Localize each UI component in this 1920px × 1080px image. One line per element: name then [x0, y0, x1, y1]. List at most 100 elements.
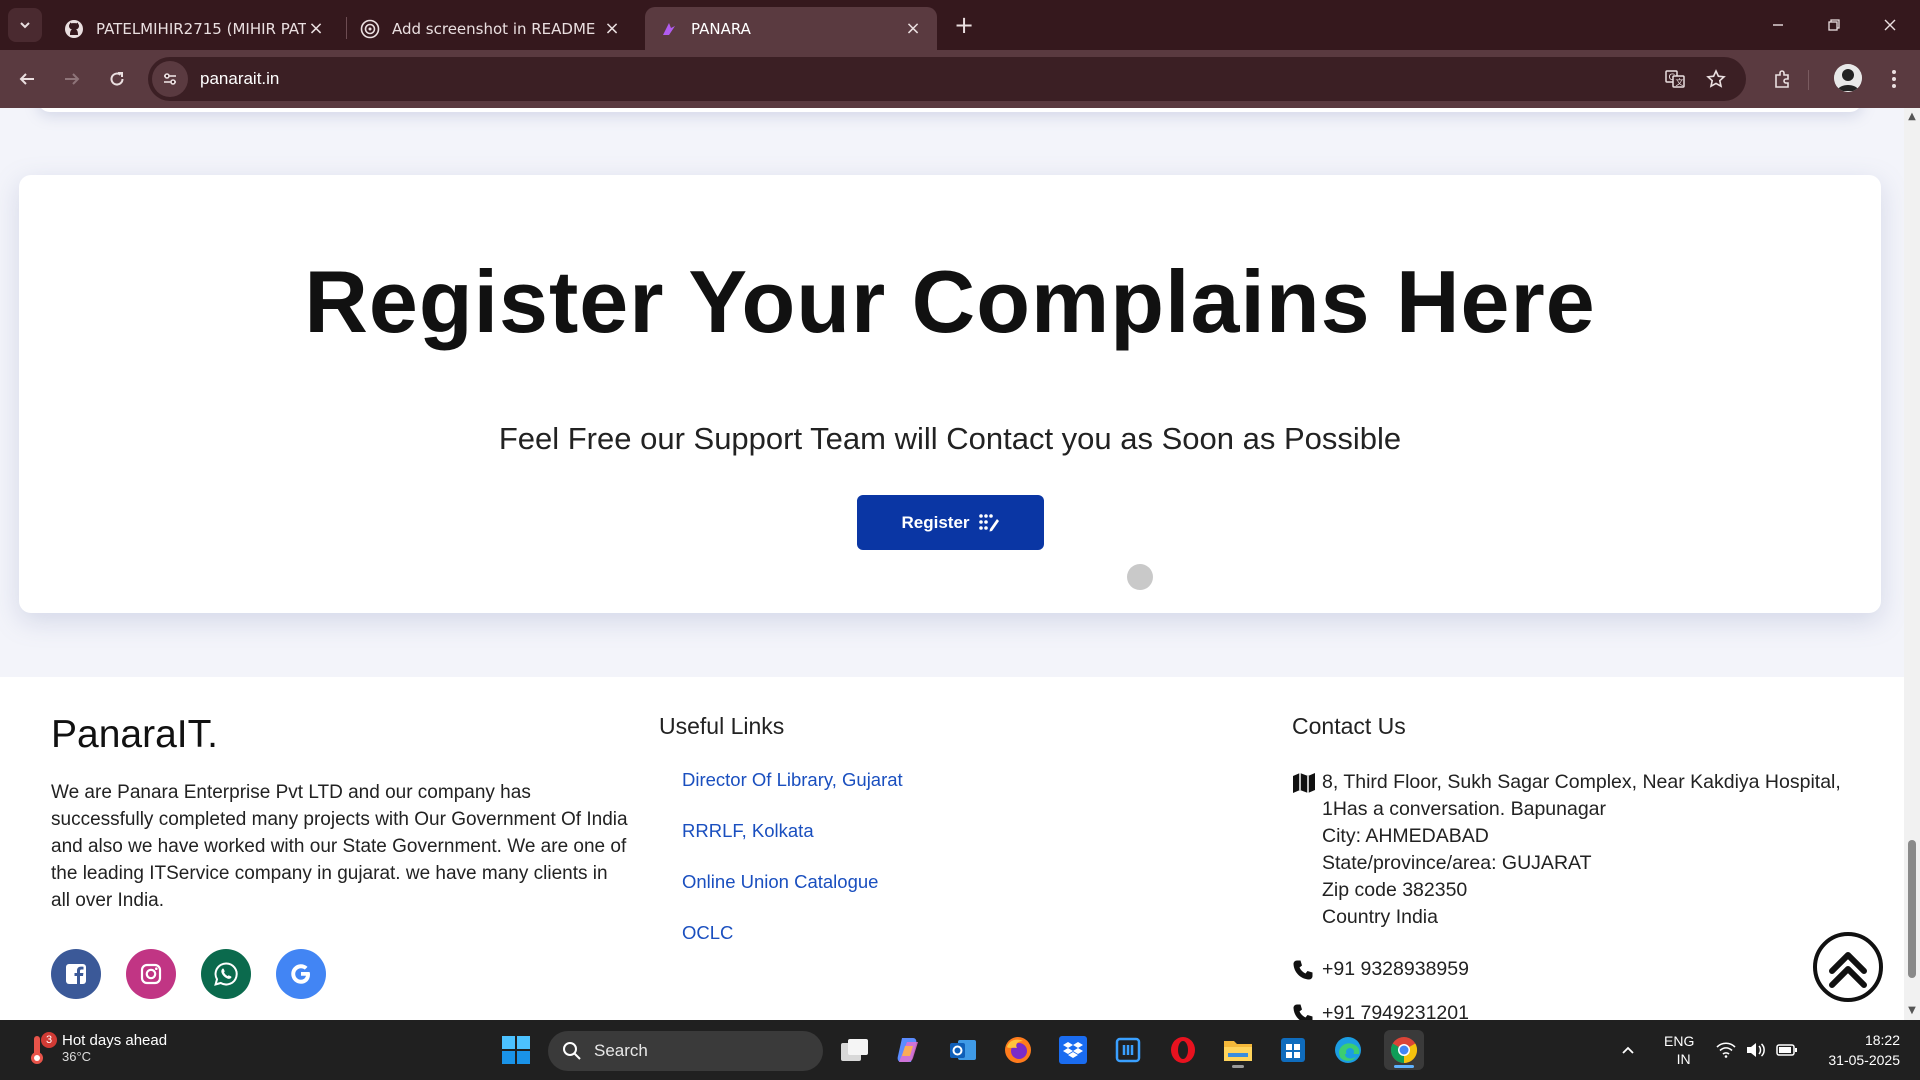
new-tab-button[interactable]: +	[950, 11, 978, 39]
more-vertical-icon	[1892, 70, 1896, 88]
forward-button[interactable]	[54, 61, 90, 97]
system-tray-status[interactable]	[1716, 1020, 1798, 1080]
toolbar-divider	[1808, 70, 1809, 90]
code-app-icon	[1115, 1037, 1141, 1063]
chevron-up-icon	[1622, 1046, 1634, 1054]
vs-code-app[interactable]	[1108, 1030, 1148, 1070]
system-clock[interactable]: 18:22 31-05-2025	[1810, 1030, 1900, 1070]
dropbox-app[interactable]	[1053, 1030, 1093, 1070]
opera-icon	[1171, 1037, 1195, 1063]
address-line: 1Has a conversation. Bapunagar	[1322, 798, 1607, 820]
search-icon	[563, 1042, 581, 1060]
minimize-button[interactable]	[1750, 0, 1806, 50]
tab-github[interactable]: PATELMIHIR2715 (MIHIR PATEL) ×	[50, 7, 340, 50]
folder-icon	[1224, 1041, 1252, 1061]
region-code: IN	[1676, 1051, 1691, 1067]
wifi-icon	[1716, 1042, 1736, 1058]
register-button[interactable]: Register	[857, 495, 1044, 550]
extensions-button[interactable]	[1764, 61, 1800, 97]
battery-icon	[1776, 1044, 1797, 1056]
address-line: City: AHMEDABAD	[1322, 825, 1489, 847]
link-rrrlf-kolkata[interactable]: RRRLF, Kolkata	[682, 820, 903, 871]
panara-icon	[659, 19, 679, 39]
edge-icon	[1335, 1037, 1361, 1063]
address-block: 8, Third Floor, Sukh Sagar Complex, Near…	[1292, 769, 1872, 931]
close-tab-icon[interactable]: ×	[602, 18, 622, 39]
restore-button[interactable]	[1806, 0, 1862, 50]
site-info-button[interactable]	[152, 61, 188, 97]
firefox-app[interactable]	[998, 1030, 1038, 1070]
task-view-button[interactable]	[835, 1030, 875, 1070]
link-director-of-library[interactable]: Director Of Library, Gujarat	[682, 769, 903, 820]
whatsapp-icon	[214, 962, 238, 986]
tab-search-button[interactable]	[8, 8, 42, 42]
weather-widget[interactable]: 3 Hot days ahead 36°C	[24, 1028, 167, 1068]
link-online-union-catalogue[interactable]: Online Union Catalogue	[682, 871, 903, 922]
phone-row: +91 7949231201	[1292, 1000, 1872, 1020]
phone-number[interactable]: +91 9328938959	[1322, 956, 1469, 983]
phone-number[interactable]: +91 7949231201	[1322, 1000, 1469, 1020]
address-bar[interactable]: panarait.in G文	[148, 57, 1746, 101]
reload-button[interactable]	[99, 61, 135, 97]
chrome-icon	[1390, 1037, 1418, 1064]
show-hidden-icons[interactable]	[1620, 1020, 1636, 1080]
search-label: Search	[594, 1041, 648, 1060]
weather-badge: 3	[41, 1032, 57, 1048]
scroll-up-arrow-icon[interactable]: ▲	[1907, 112, 1917, 122]
dropbox-icon	[1059, 1036, 1087, 1064]
browser-tab-bar: PATELMIHIR2715 (MIHIR PATEL) × Add scree…	[0, 0, 1920, 50]
footer-brand: PanaraIT.	[51, 713, 218, 756]
scroll-to-top-button[interactable]	[1812, 931, 1904, 1007]
language-code: ENG	[1664, 1033, 1695, 1049]
outlook-icon	[950, 1040, 976, 1060]
browser-menu-button[interactable]	[1876, 61, 1912, 97]
store-app[interactable]	[1273, 1030, 1313, 1070]
chrome-app[interactable]	[1384, 1030, 1424, 1070]
back-button[interactable]	[9, 61, 45, 97]
clock-date: 31-05-2025	[1828, 1052, 1900, 1068]
tab-title: PATELMIHIR2715 (MIHIR PATEL)	[96, 19, 306, 38]
translate-icon[interactable]: G文	[1660, 64, 1690, 94]
address-line: State/province/area: GUJARAT	[1322, 852, 1592, 874]
close-tab-icon[interactable]: ×	[903, 18, 923, 39]
copilot-app[interactable]	[888, 1030, 928, 1070]
tab-panara[interactable]: PANARA ×	[645, 7, 937, 50]
instagram-button[interactable]	[126, 949, 176, 999]
complaint-cta-card: Register Your Complains Here Feel Free o…	[19, 175, 1881, 613]
edge-app[interactable]	[1328, 1030, 1368, 1070]
scroll-down-arrow-icon[interactable]: ▼	[1907, 1006, 1917, 1016]
footer-about-text: We are Panara Enterprise Pvt LTD and our…	[51, 782, 628, 911]
openai-icon	[360, 19, 380, 39]
phone-icon	[1292, 956, 1322, 983]
copilot-icon	[897, 1038, 918, 1062]
store-icon	[1281, 1038, 1305, 1062]
address-line: Country India	[1322, 906, 1438, 928]
useful-links-heading: Useful Links	[659, 713, 785, 739]
close-window-button[interactable]	[1862, 0, 1918, 50]
taskbar-search[interactable]: Search	[548, 1031, 823, 1071]
profile-avatar[interactable]	[1834, 64, 1862, 92]
tune-icon	[164, 73, 176, 85]
instagram-icon	[140, 963, 162, 985]
tab-chatgpt[interactable]: Add screenshot in README ×	[346, 7, 636, 50]
dialpad-pen-icon	[978, 513, 1000, 533]
file-explorer-app[interactable]	[1218, 1030, 1258, 1070]
reload-icon	[110, 72, 124, 86]
page-scrollbar[interactable]: ▲ ▼	[1904, 108, 1920, 1020]
restore-icon	[1828, 19, 1840, 31]
outlook-app[interactable]	[943, 1030, 983, 1070]
language-indicator[interactable]: ENG IN	[1664, 1020, 1694, 1080]
google-button[interactable]	[276, 949, 326, 999]
opera-app[interactable]	[1163, 1030, 1203, 1070]
site-footer: PanaraIT. We are Panara Enterprise Pvt L…	[0, 677, 1904, 1020]
whatsapp-button[interactable]	[201, 949, 251, 999]
phone-row: +91 9328938959	[1292, 956, 1872, 983]
bookmark-star-icon[interactable]	[1701, 64, 1731, 94]
facebook-button[interactable]	[51, 949, 101, 999]
start-button[interactable]	[496, 1030, 536, 1070]
close-tab-icon[interactable]: ×	[306, 18, 326, 39]
close-icon	[1884, 19, 1896, 31]
scrollbar-thumb[interactable]	[1908, 840, 1916, 978]
puzzle-icon	[1775, 70, 1789, 88]
link-oclc[interactable]: OCLC	[682, 922, 903, 973]
